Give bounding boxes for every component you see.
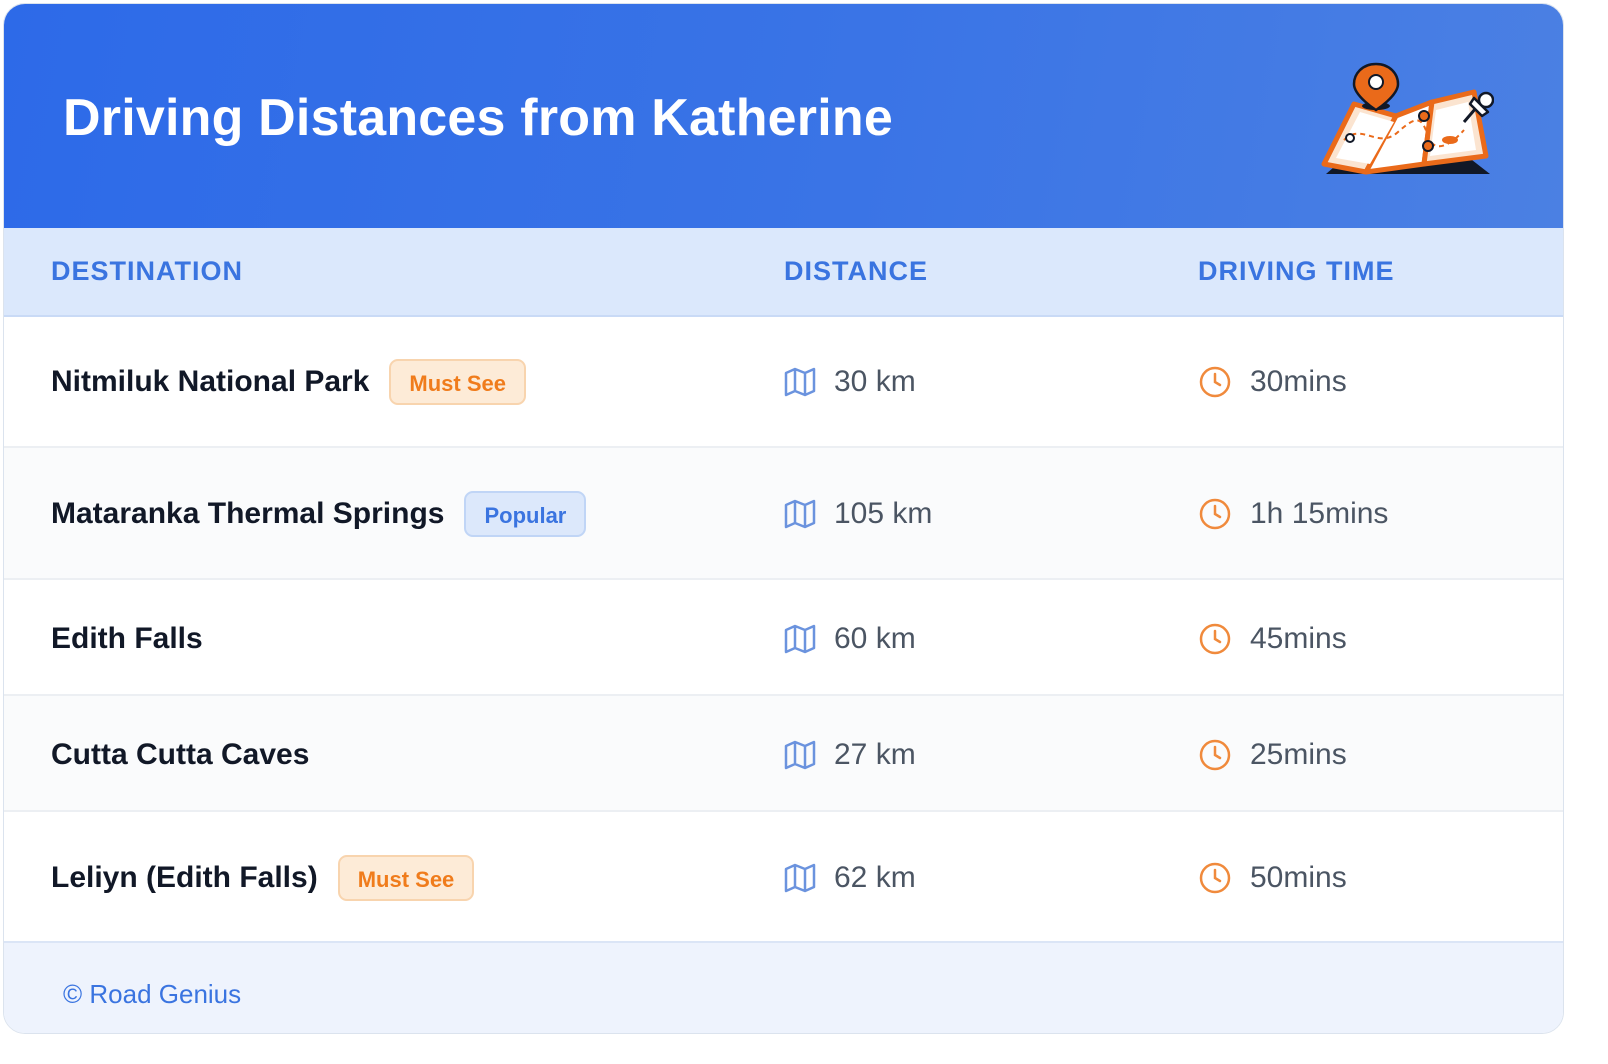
distance-cell: 60 km xyxy=(784,618,916,660)
distance-card: Driving Distances from Katherine DESTINA… xyxy=(3,3,1564,1034)
destination-cell: Edith Falls xyxy=(51,618,203,660)
time-cell: 1h 15mins xyxy=(1198,493,1388,535)
map-icon xyxy=(784,863,816,893)
table-row: Nitmiluk National Park Must See 30 km 30… xyxy=(4,317,1563,448)
distance-cell: 27 km xyxy=(784,734,916,776)
clock-icon xyxy=(1199,739,1231,771)
destination-cell: Nitmiluk National Park Must See xyxy=(51,358,527,406)
map-icon xyxy=(784,367,816,397)
destination-name: Nitmiluk National Park xyxy=(51,365,370,398)
map-icon xyxy=(784,499,816,529)
destination-cell: Mataranka Thermal Springs Popular xyxy=(51,490,587,538)
time-value: 50mins xyxy=(1250,861,1347,894)
copyright-text: © Road Genius xyxy=(63,979,242,1009)
destination-name: Mataranka Thermal Springs xyxy=(51,497,445,530)
column-header-destination: DESTINATION xyxy=(51,256,243,286)
time-value: 45mins xyxy=(1250,622,1347,655)
table-row: Cutta Cutta Caves 27 km 25mins xyxy=(4,696,1563,812)
destination-cell: Leliyn (Edith Falls) Must See xyxy=(51,854,475,902)
clock-icon xyxy=(1199,498,1231,530)
destination-name: Leliyn (Edith Falls) xyxy=(51,861,318,894)
distance-value: 62 km xyxy=(834,861,916,894)
distance-cell: 30 km xyxy=(784,361,916,403)
clock-icon xyxy=(1199,862,1231,894)
clock-icon xyxy=(1199,623,1231,655)
distance-value: 105 km xyxy=(834,497,933,530)
table-row: Edith Falls 60 km 45mins xyxy=(4,580,1563,696)
time-cell: 50mins xyxy=(1198,857,1347,899)
time-value: 1h 15mins xyxy=(1250,497,1389,530)
distance-value: 30 km xyxy=(834,365,916,398)
table-row: Mataranka Thermal Springs Popular 105 km… xyxy=(4,448,1563,580)
distance-cell: 62 km xyxy=(784,857,916,899)
map-icon xyxy=(784,624,816,654)
popular-badge: Popular xyxy=(464,491,587,537)
map-icon xyxy=(784,740,816,770)
distance-cell: 105 km xyxy=(784,493,932,535)
time-cell: 25mins xyxy=(1198,734,1347,776)
destination-name: Cutta Cutta Caves xyxy=(51,738,310,771)
table-row: Leliyn (Edith Falls) Must See 62 km 50mi… xyxy=(4,812,1563,941)
distance-value: 27 km xyxy=(834,738,916,771)
time-value: 30mins xyxy=(1250,365,1347,398)
time-cell: 45mins xyxy=(1198,618,1347,660)
time-cell: 30mins xyxy=(1198,361,1347,403)
distance-value: 60 km xyxy=(834,622,916,655)
clock-icon xyxy=(1199,366,1231,398)
must-see-badge: Must See xyxy=(389,359,527,405)
time-value: 25mins xyxy=(1250,738,1347,771)
column-header-distance: DISTANCE xyxy=(784,256,929,286)
map-with-pins-icon xyxy=(1321,62,1494,175)
must-see-badge: Must See xyxy=(337,855,475,901)
column-header-driving-time: DRIVING TIME xyxy=(1198,256,1395,286)
card-header: Driving Distances from Katherine xyxy=(4,4,1563,228)
destination-name: Edith Falls xyxy=(51,622,203,655)
table-header: DESTINATION DISTANCE DRIVING TIME xyxy=(4,228,1563,317)
destination-cell: Cutta Cutta Caves xyxy=(51,734,309,776)
card-footer: © Road Genius xyxy=(4,941,1563,1033)
page-title: Driving Distances from Katherine xyxy=(63,89,893,147)
